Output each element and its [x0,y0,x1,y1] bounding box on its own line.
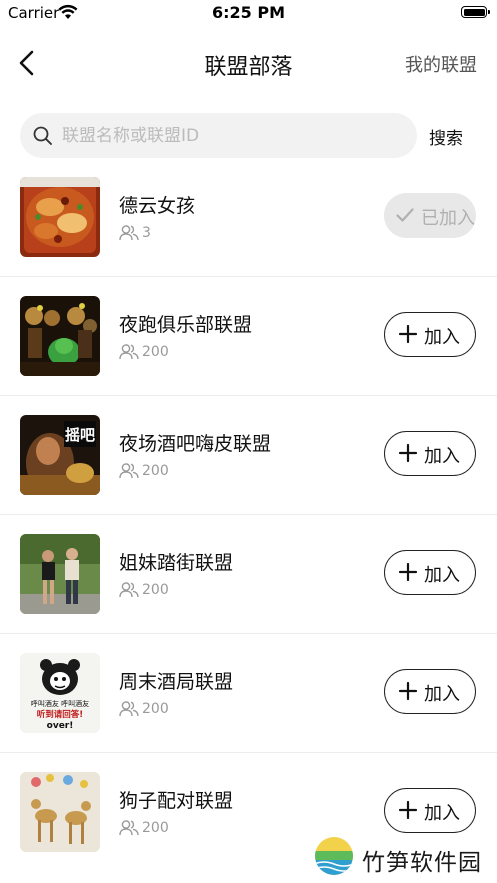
plus-icon [398,681,418,701]
member-count-value: 200 [142,344,169,360]
status-bar: Carrier 6:25 PM [0,0,497,28]
list-item[interactable]: 呼叫酒友 呼叫酒友 听到请回答! over! 周末酒局联盟 200 加入 [0,634,497,753]
members-icon [119,344,139,360]
join-button[interactable]: 加入 [384,788,476,833]
member-count-value: 200 [142,701,169,717]
alliance-name: 周末酒局联盟 [119,671,234,693]
member-count-value: 200 [142,463,169,479]
join-button[interactable]: 加入 [384,431,476,476]
plus-icon [398,800,418,820]
join-label: 加入 [424,327,460,348]
alliance-name: 夜场酒吧嗨皮联盟 [119,433,272,455]
watermark-text: 竹笋软件园 [362,850,482,876]
clock: 6:25 PM [211,3,285,22]
nav-bar: 联盟部落 我的联盟 [0,28,497,98]
join-button[interactable]: 加入 [384,550,476,595]
list-item[interactable]: 摇吧 夜场酒吧嗨皮联盟 200 加入 [0,396,497,515]
join-label: 加入 [424,446,460,467]
alliance-list: 德云女孩 3 已加入 夜跑俱乐部联盟 200 加入 摇吧 夜场酒吧嗨皮联盟 20… [0,158,497,872]
members-icon [119,225,139,241]
list-item[interactable]: 夜跑俱乐部联盟 200 加入 [0,277,497,396]
list-item[interactable]: 姐妹踏街联盟 200 加入 [0,515,497,634]
list-item[interactable]: 德云女孩 3 已加入 [0,158,497,277]
alliance-avatar [20,772,100,852]
join-button[interactable]: 加入 [384,312,476,357]
avatar-caption-line-3: over! [47,721,74,731]
alliance-name: 夜跑俱乐部联盟 [119,314,253,336]
join-label: 加入 [424,684,460,705]
alliance-name: 姐妹踏街联盟 [119,552,234,574]
alliance-avatar [20,534,100,614]
alliance-name: 狗子配对联盟 [119,790,234,812]
search-button[interactable]: 搜索 [429,124,463,149]
avatar-caption: 摇吧 [65,426,95,444]
member-count-value: 200 [142,820,169,836]
check-icon [396,208,414,222]
join-button[interactable]: 加入 [384,669,476,714]
alliance-avatar [20,296,100,376]
plus-icon [398,324,418,344]
members-icon [119,463,139,479]
alliance-avatar: 摇吧 [20,415,100,495]
my-alliances-link[interactable]: 我的联盟 [405,51,477,77]
avatar-caption-line-1: 呼叫酒友 呼叫酒友 [31,699,89,708]
alliance-name: 德云女孩 [119,195,196,217]
join-label: 加入 [424,565,460,586]
member-count-value: 200 [142,582,169,598]
alliance-avatar [20,177,100,257]
watermark-logo-icon [315,837,353,875]
search-input[interactable] [62,113,402,158]
join-label: 加入 [424,803,460,824]
alliance-avatar: 呼叫酒友 呼叫酒友 听到请回答! over! [20,653,100,733]
battery-icon [461,6,490,18]
search-bar[interactable] [20,113,417,158]
watermark: 竹笋软件园 [310,835,497,883]
member-count-value: 3 [142,225,151,241]
avatar-caption-line-2: 听到请回答! [37,709,83,720]
join-label: 已加入 [421,208,475,229]
plus-icon [398,562,418,582]
members-icon [119,582,139,598]
search-icon [33,126,52,145]
joined-button[interactable]: 已加入 [384,193,476,238]
members-icon [119,701,139,717]
plus-icon [398,443,418,463]
members-icon [119,820,139,836]
